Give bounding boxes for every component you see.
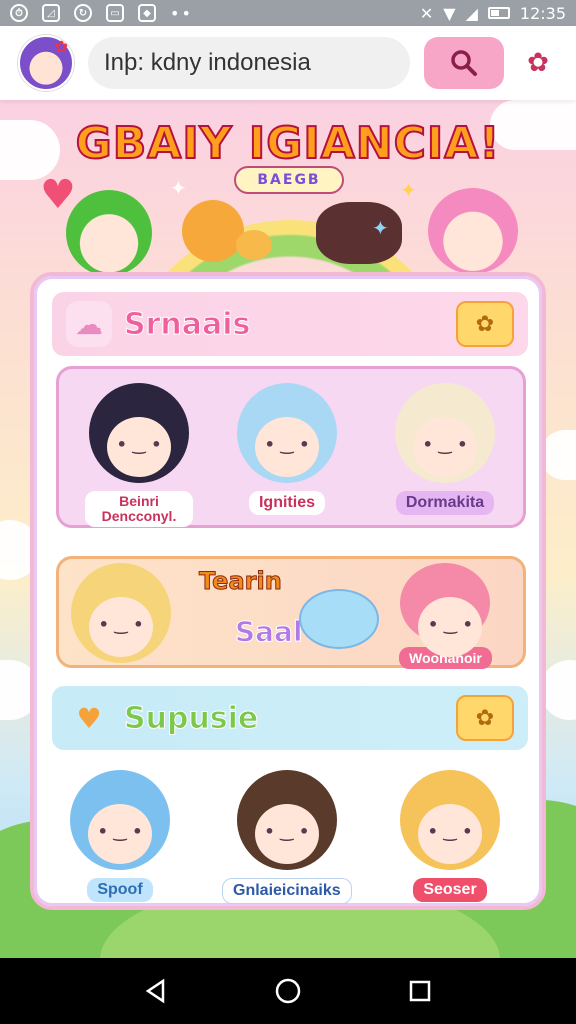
mascot-orange-small — [236, 230, 272, 260]
wifi-icon: ▼ — [443, 3, 456, 23]
character-card[interactable]: Gnlaieicinaiks — [222, 770, 352, 904]
sync-icon: ↻ — [74, 4, 92, 22]
character-pink-hair — [428, 188, 518, 274]
character-portrait — [89, 383, 189, 483]
section-header-1: ☁ Srnaais ✿ — [52, 292, 528, 356]
section-header-3: ♥ Supusie ✿ — [52, 686, 528, 750]
home-button[interactable] — [268, 971, 308, 1011]
character-panel-2: Tearin Saal Woonahoir — [56, 556, 526, 669]
character-name: Beinri Dencconyl. — [85, 491, 193, 527]
section-action-button[interactable]: ✿ — [456, 301, 514, 347]
search-icon — [451, 50, 477, 76]
character-panel-1: Beinri Dencconyl. Ignities Dormakita — [56, 366, 526, 528]
recents-button[interactable] — [400, 971, 440, 1011]
recents-square-icon — [409, 980, 431, 1002]
character-name: Ignities — [248, 491, 325, 515]
heart-icon: ♥ — [76, 701, 102, 735]
character-name: Gnlaieicinaiks — [222, 878, 352, 904]
back-triangle-icon — [145, 978, 165, 1004]
sparkle-icon: ✦ — [170, 176, 187, 200]
character-card[interactable]: Woonahoir — [399, 563, 500, 669]
section-action-button[interactable]: ✿ — [456, 695, 514, 741]
gallery-icon: ◿ — [42, 4, 60, 22]
back-button[interactable] — [136, 971, 176, 1011]
app-header: Inþ: kdny indonesia ✿ — [0, 26, 576, 100]
home-circle-icon — [275, 978, 301, 1004]
status-bar: ⏱ ◿ ↻ ▭ ◆ •• ✕ ▼ ◢ 12:35 — [0, 0, 576, 26]
character-portrait — [395, 383, 495, 483]
character-name: Spoof — [87, 878, 153, 902]
banner-title: GBAIY IGIANCIA! — [75, 117, 501, 170]
system-nav-bar — [0, 958, 576, 1024]
bunny-mascot — [299, 589, 379, 649]
sparkle-icon: ✦ — [400, 178, 417, 202]
character-green-hair — [66, 190, 152, 276]
character-card[interactable] — [71, 563, 171, 663]
section-title: Supusie — [123, 700, 259, 736]
character-portrait — [71, 563, 171, 663]
character-portrait — [237, 383, 337, 483]
character-portrait — [400, 770, 500, 870]
main-card: ☁ Srnaais ✿ Beinri Dencconyl. Ignities D… — [30, 272, 546, 910]
character-portrait — [400, 563, 500, 657]
vibrate-icon: ✕ — [419, 3, 434, 23]
more-dots-icon: •• — [170, 3, 193, 23]
flower-gear-icon[interactable]: ✿ — [518, 43, 558, 83]
clock-time: 12:35 — [519, 3, 566, 23]
battery-icon — [487, 7, 510, 19]
sparkle-icon: ✦ — [372, 216, 389, 240]
search-button[interactable] — [424, 37, 504, 89]
character-portrait — [70, 770, 170, 870]
avatar[interactable] — [18, 35, 74, 91]
signal-icon: ◢ — [465, 3, 478, 23]
clock-icon: ⏱ — [10, 4, 28, 22]
cloud-face-icon: ☁ — [66, 301, 112, 347]
character-card[interactable]: Beinri Dencconyl. — [85, 383, 193, 527]
character-portrait — [236, 770, 337, 870]
message-icon: ▭ — [106, 4, 124, 22]
section2-label-top: Tearin — [199, 567, 283, 596]
character-name: Seoser — [413, 878, 487, 902]
character-name: Dormakita — [395, 491, 495, 515]
character-card[interactable]: Seoser — [400, 770, 500, 902]
search-text: Inþ: kdny indonesia — [104, 49, 311, 76]
banner-subtitle: BAEGB — [234, 166, 344, 194]
mascot-brown — [316, 202, 402, 264]
section-title: Srnaais — [123, 306, 251, 342]
shield-icon: ◆ — [138, 4, 156, 22]
mascot-orange — [182, 200, 244, 262]
search-input[interactable]: Inþ: kdny indonesia — [88, 37, 410, 89]
character-card[interactable]: Spoof — [70, 770, 170, 902]
character-card[interactable]: Dormakita — [395, 383, 495, 515]
section2-label-mid: Saal — [235, 615, 304, 649]
character-card[interactable]: Ignities — [237, 383, 337, 515]
